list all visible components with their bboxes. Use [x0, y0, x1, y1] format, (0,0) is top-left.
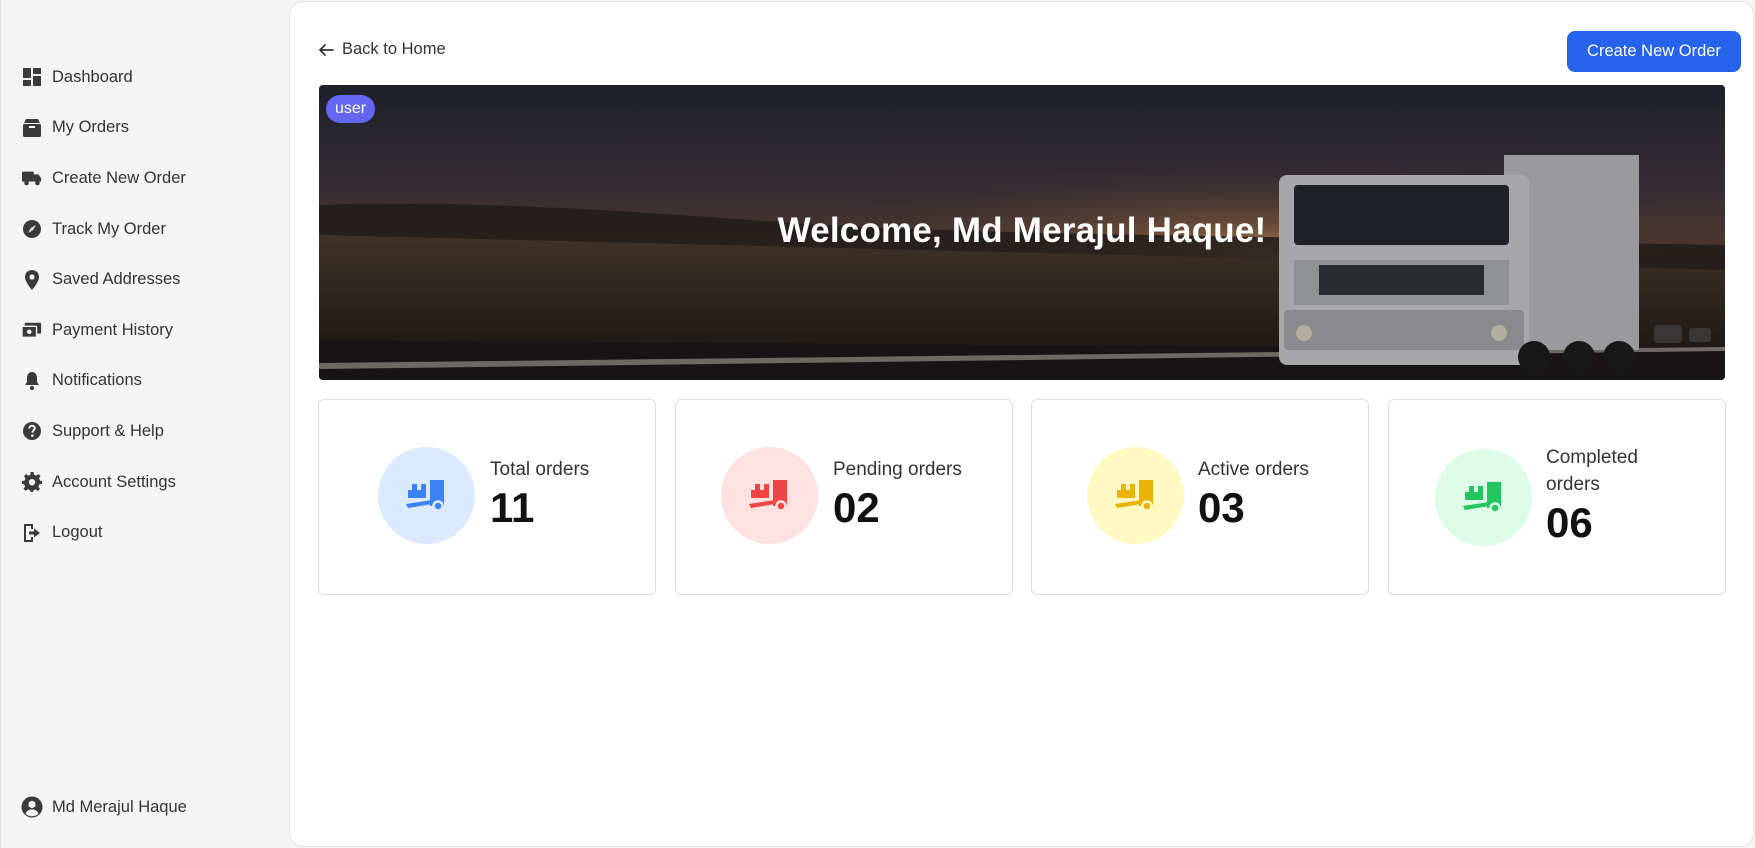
- sidebar-item-label: Notifications: [52, 371, 142, 390]
- sidebar-item-dashboard[interactable]: Dashboard: [1, 52, 290, 103]
- stat-label: Total orders: [490, 459, 590, 480]
- back-to-home-link[interactable]: Back to Home: [317, 40, 446, 59]
- stat-card-active-orders: Active orders 03: [1031, 399, 1369, 595]
- stat-card-completed-orders: Completed orders 06: [1388, 399, 1726, 595]
- stat-icon-circle: [721, 447, 818, 544]
- user-profile[interactable]: Md Merajul Haque: [21, 796, 187, 818]
- stat-icon-circle: [1087, 447, 1184, 544]
- sidebar-item-label: My Orders: [52, 118, 130, 137]
- payment-icon: [21, 319, 43, 341]
- map-pin-icon: [21, 269, 43, 291]
- role-badge: user: [326, 95, 376, 123]
- stat-card-pending-orders: Pending orders 02: [675, 399, 1013, 595]
- stat-value: 02: [833, 484, 880, 531]
- truck-cart-icon: [1114, 479, 1153, 512]
- bell-icon: [21, 370, 43, 392]
- truck-cart-icon: [1462, 481, 1501, 514]
- stat-card-total-orders: Total orders 11: [318, 399, 656, 595]
- stat-label: Pending orders: [833, 459, 962, 480]
- sidebar-item-track-my-order[interactable]: Track My Order: [1, 204, 290, 255]
- sidebar-item-label: Track My Order: [52, 219, 166, 238]
- truck-cart-icon: [748, 479, 787, 512]
- stat-value: 03: [1198, 484, 1245, 531]
- box-icon: [21, 117, 43, 139]
- sidebar-item-create-new-order[interactable]: Create New Order: [1, 153, 290, 204]
- sidebar-item-payment-history[interactable]: Payment History: [1, 305, 290, 356]
- stat-label: Completed orders: [1546, 447, 1638, 495]
- stat-label: Active orders: [1198, 459, 1309, 480]
- sidebar-item-saved-addresses[interactable]: Saved Addresses: [1, 254, 290, 305]
- truck-icon: [21, 167, 43, 189]
- sidebar-item-label: Payment History: [52, 320, 174, 339]
- create-new-order-button[interactable]: Create New Order: [1567, 31, 1741, 72]
- sidebar-item-account-settings[interactable]: Account Settings: [1, 457, 290, 508]
- sidebar: Dashboard My Orders Create New Order Tra…: [0, 0, 289, 848]
- truck-cart-icon: [405, 479, 444, 512]
- main-panel: Back to Home Create New Order user Welco…: [289, 1, 1754, 847]
- sidebar-item-label: Account Settings: [52, 472, 176, 491]
- sidebar-nav: Dashboard My Orders Create New Order Tra…: [1, 52, 290, 558]
- profile-name: Md Merajul Haque: [52, 797, 187, 816]
- welcome-banner: user Welcome, Md Merajul Haque!: [319, 85, 1725, 380]
- help-icon: [21, 420, 43, 442]
- compass-icon: [21, 218, 43, 240]
- sidebar-item-label: Saved Addresses: [52, 270, 181, 289]
- sidebar-item-label: Dashboard: [52, 67, 133, 86]
- sidebar-item-notifications[interactable]: Notifications: [1, 356, 290, 407]
- sidebar-item-support-help[interactable]: Support & Help: [1, 406, 290, 457]
- gear-icon: [21, 471, 43, 493]
- arrow-left-icon: [319, 43, 334, 56]
- sidebar-item-label: Support & Help: [52, 421, 164, 440]
- logout-icon: [21, 522, 43, 544]
- sidebar-item-label: Create New Order: [52, 168, 186, 187]
- stat-value: 11: [490, 484, 535, 531]
- sidebar-item-logout[interactable]: Logout: [1, 507, 290, 558]
- sidebar-item-my-orders[interactable]: My Orders: [1, 103, 290, 154]
- welcome-title: Welcome, Md Merajul Haque!: [777, 211, 1267, 250]
- sidebar-item-label: Logout: [52, 523, 103, 542]
- stat-icon-circle: [1435, 449, 1532, 546]
- user-circle-icon: [21, 796, 43, 818]
- stat-icon-circle: [378, 447, 475, 544]
- back-to-home-label: Back to Home: [342, 40, 446, 58]
- stat-value: 06: [1546, 499, 1593, 546]
- dashboard-icon: [21, 66, 43, 88]
